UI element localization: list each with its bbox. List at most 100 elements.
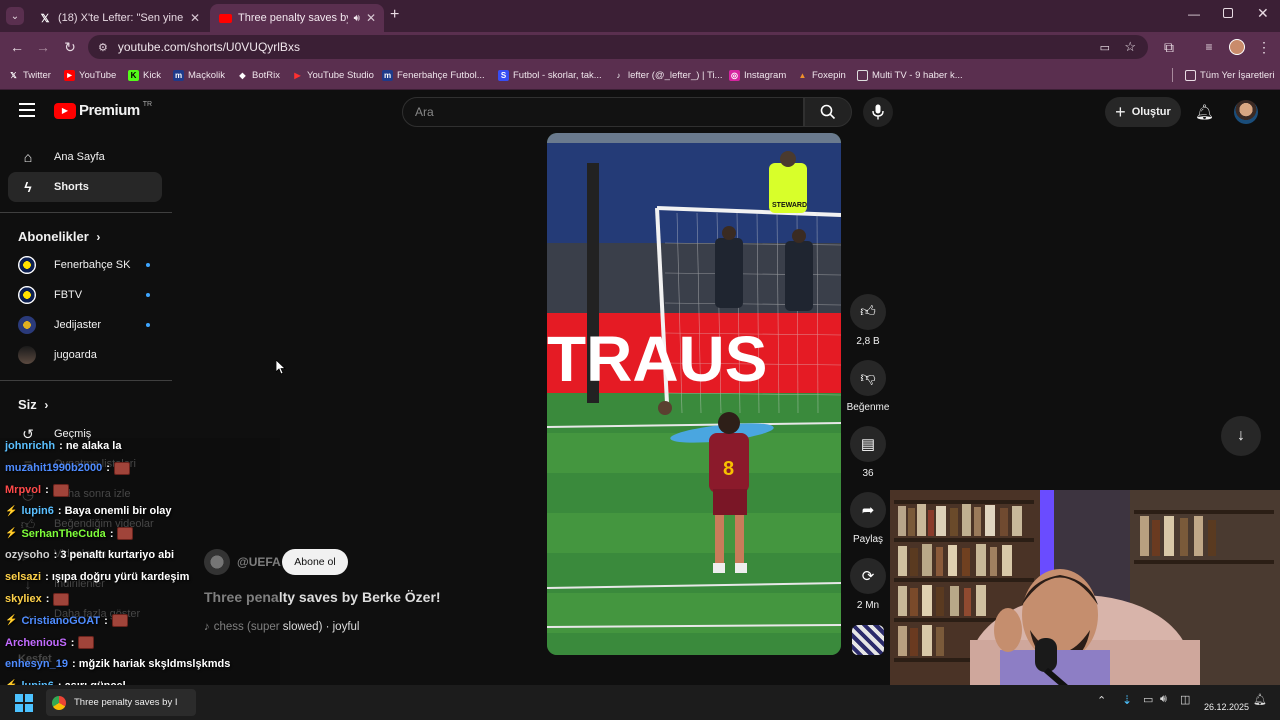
notifications-bell-icon[interactable]: 🔔︎ xyxy=(1195,103,1214,121)
channel-avatar xyxy=(18,346,36,364)
sidebar-divider xyxy=(0,380,172,381)
chat-username[interactable]: muzahit1990b2000 xyxy=(5,462,102,474)
subscriber-badge-icon: ⚡ xyxy=(5,615,18,627)
tray-network-icon[interactable]: ▭ xyxy=(1143,693,1153,706)
bookmark-multitv[interactable]: Multi TV - 9 haber k... xyxy=(857,68,963,82)
reload-icon[interactable]: ↻ xyxy=(61,38,79,56)
tab-youtube[interactable]: Three penalty saves by Berk 🔊︎ ✕ xyxy=(210,4,384,32)
clock-date[interactable]: 26.12.2025 xyxy=(1204,702,1249,712)
account-avatar[interactable] xyxy=(1234,100,1258,124)
you-header[interactable]: Siz › xyxy=(18,397,48,412)
sidebar-sub-jedijaster[interactable]: Jedijaster xyxy=(8,311,162,339)
bookmark-foxepin[interactable]: ▲ Foxepin xyxy=(797,68,846,82)
bookmark-twitter[interactable]: 𝕏 Twitter xyxy=(8,68,51,82)
tv-icon xyxy=(857,69,868,81)
sidebar-item-shorts[interactable]: ϟ Shorts xyxy=(8,172,162,202)
like-button[interactable]: 👍︎ 2,8 B xyxy=(850,294,886,347)
bookmark-instagram[interactable]: ◎ Instagram xyxy=(729,68,786,82)
bookmark-fenerbahce[interactable]: m Fenerbahçe Futbol... xyxy=(382,68,485,82)
new-content-dot xyxy=(146,323,150,327)
youtube-play-icon: ▶ xyxy=(54,102,76,119)
subscriptions-header[interactable]: Abonelikler › xyxy=(18,229,100,244)
chat-username[interactable]: CristianoGOAT xyxy=(21,615,100,627)
start-button[interactable] xyxy=(15,694,33,712)
tab-search-button[interactable]: ⌄ xyxy=(6,7,24,25)
close-window-button[interactable]: ✕ xyxy=(1257,5,1269,22)
cast-icon[interactable]: ▭ xyxy=(1100,41,1110,54)
home-icon: ⌂ xyxy=(23,149,33,165)
logo-text: Premium xyxy=(79,102,140,119)
dislike-button[interactable]: 👎︎ Beğenme xyxy=(847,360,889,413)
restore-button[interactable] xyxy=(1223,8,1233,18)
tray-battery-icon[interactable]: ◫ xyxy=(1180,693,1190,706)
thumbs-up-icon: 👍︎ xyxy=(850,294,886,330)
sound-thumbnail[interactable] xyxy=(852,625,884,655)
all-bookmarks[interactable]: Tüm Yer İşaretleri xyxy=(1172,68,1274,82)
voice-search-button[interactable] xyxy=(863,97,893,127)
extensions-icon[interactable]: ⧉ xyxy=(1160,38,1178,56)
remix-button[interactable]: ⟳ 2 Mn xyxy=(850,558,886,611)
speaker-icon[interactable]: 🔊︎ xyxy=(354,13,360,24)
sidebar-sub-jugoarda[interactable]: jugoarda xyxy=(8,341,162,369)
bookmark-botrix[interactable]: ◆ BotRix xyxy=(237,68,280,82)
subscriber-badge-icon: ⚡ xyxy=(5,528,18,540)
taskbar-app-label: Three penalty saves by I xyxy=(74,697,178,708)
profile-avatar[interactable] xyxy=(1229,39,1245,55)
subscribe-button[interactable]: Abone ol xyxy=(282,549,348,575)
botrix-icon: ◆ xyxy=(239,70,246,80)
tab-twitter[interactable]: 𝕏 (18) X'te Lefter: "Sen yine de bu ✕ xyxy=(30,4,208,32)
address-bar[interactable]: ⚙ youtube.com/shorts/U0VUQyrlBxs ▭ ☆ xyxy=(88,35,1148,59)
bookmark-mackolik[interactable]: m Maçkolik xyxy=(173,68,225,82)
create-button[interactable]: + Oluştur xyxy=(1105,97,1181,127)
search-input[interactable]: Ara xyxy=(402,97,804,127)
chat-username[interactable]: skyliex xyxy=(5,593,42,605)
chat-emote-icon xyxy=(111,614,128,628)
tray-download-icon[interactable]: ⇣ xyxy=(1122,693,1132,707)
share-button[interactable]: ➦ Paylaş xyxy=(850,492,886,545)
remix-icon: ⟳ xyxy=(850,558,886,594)
sidebar-sub-fbtv[interactable]: FBTV xyxy=(8,281,162,309)
video-frame: TRAUS STEWARD 8 xyxy=(547,133,841,655)
new-content-dot xyxy=(146,293,150,297)
windows-taskbar: Three penalty saves by I ⌃ ⇣ ▭ 🔊︎ ◫ 26.1… xyxy=(0,685,1280,720)
sidebar-item-home[interactable]: ⌂ Ana Sayfa xyxy=(8,142,162,172)
chat-text: : xyxy=(45,484,49,497)
new-tab-button[interactable]: + xyxy=(390,6,399,24)
menu-icon[interactable]: ⋮ xyxy=(1255,38,1273,56)
close-tab-icon[interactable]: ✕ xyxy=(190,11,200,25)
tray-volume-icon[interactable]: 🔊︎ xyxy=(1160,693,1167,706)
hamburger-menu-icon[interactable] xyxy=(19,103,35,117)
chat-username[interactable]: lupin6 xyxy=(21,505,53,517)
bookmark-youtube[interactable]: ▶ YouTube xyxy=(64,68,116,82)
chat-username[interactable]: enhesyn_19 xyxy=(5,658,68,670)
forward-icon[interactable]: → xyxy=(34,38,52,56)
minimize-button[interactable]: — xyxy=(1188,7,1200,21)
bookmark-futbol[interactable]: S Futbol - skorlar, tak... xyxy=(498,68,602,82)
chat-message: ⚡ SerhanTheCuda: xyxy=(5,527,134,541)
sidebar-sub-fenerbahce[interactable]: Fenerbahçe SK xyxy=(8,251,162,279)
chat-username[interactable]: selsazi xyxy=(5,571,41,583)
chat-username[interactable]: SerhanTheCuda xyxy=(21,528,105,540)
media-control-icon[interactable]: ≡ xyxy=(1200,38,1218,56)
bookmark-youtube-studio[interactable]: ▶ YouTube Studio xyxy=(292,68,374,82)
site-info-icon[interactable]: ⚙ xyxy=(98,41,108,54)
tab-strip: ⌄ 𝕏 (18) X'te Lefter: "Sen yine de bu ✕ … xyxy=(0,0,1280,32)
thumbs-down-icon: 👎︎ xyxy=(850,360,886,396)
close-tab-icon[interactable]: ✕ xyxy=(366,11,376,25)
youtube-logo[interactable]: ▶ Premium TR xyxy=(54,101,152,119)
taskbar-app-chrome[interactable]: Three penalty saves by I xyxy=(46,689,196,716)
chat-username[interactable]: ArcheniouS xyxy=(5,637,67,649)
bookmark-kick[interactable]: K Kick xyxy=(128,68,161,82)
notification-bell-icon[interactable]: 🔔︎ xyxy=(1253,693,1267,706)
back-icon[interactable]: ← xyxy=(8,38,26,56)
chevron-up-icon[interactable]: ⌃ xyxy=(1097,694,1106,707)
short-video-player[interactable]: TRAUS STEWARD 8 xyxy=(547,133,841,655)
chat-username[interactable]: Mrpvol xyxy=(5,484,41,496)
chat-username[interactable]: ozysoho xyxy=(5,549,50,561)
bookmark-tiktok[interactable]: ♪ lefter (@_lefter_) | Ti... xyxy=(613,68,723,82)
search-button[interactable] xyxy=(804,97,852,127)
comments-button[interactable]: ▤ 36 xyxy=(850,426,886,479)
chat-username[interactable]: johnrichh xyxy=(5,440,55,452)
next-short-button[interactable]: ↓ xyxy=(1221,416,1261,456)
bookmark-star-icon[interactable]: ☆ xyxy=(1124,39,1136,55)
